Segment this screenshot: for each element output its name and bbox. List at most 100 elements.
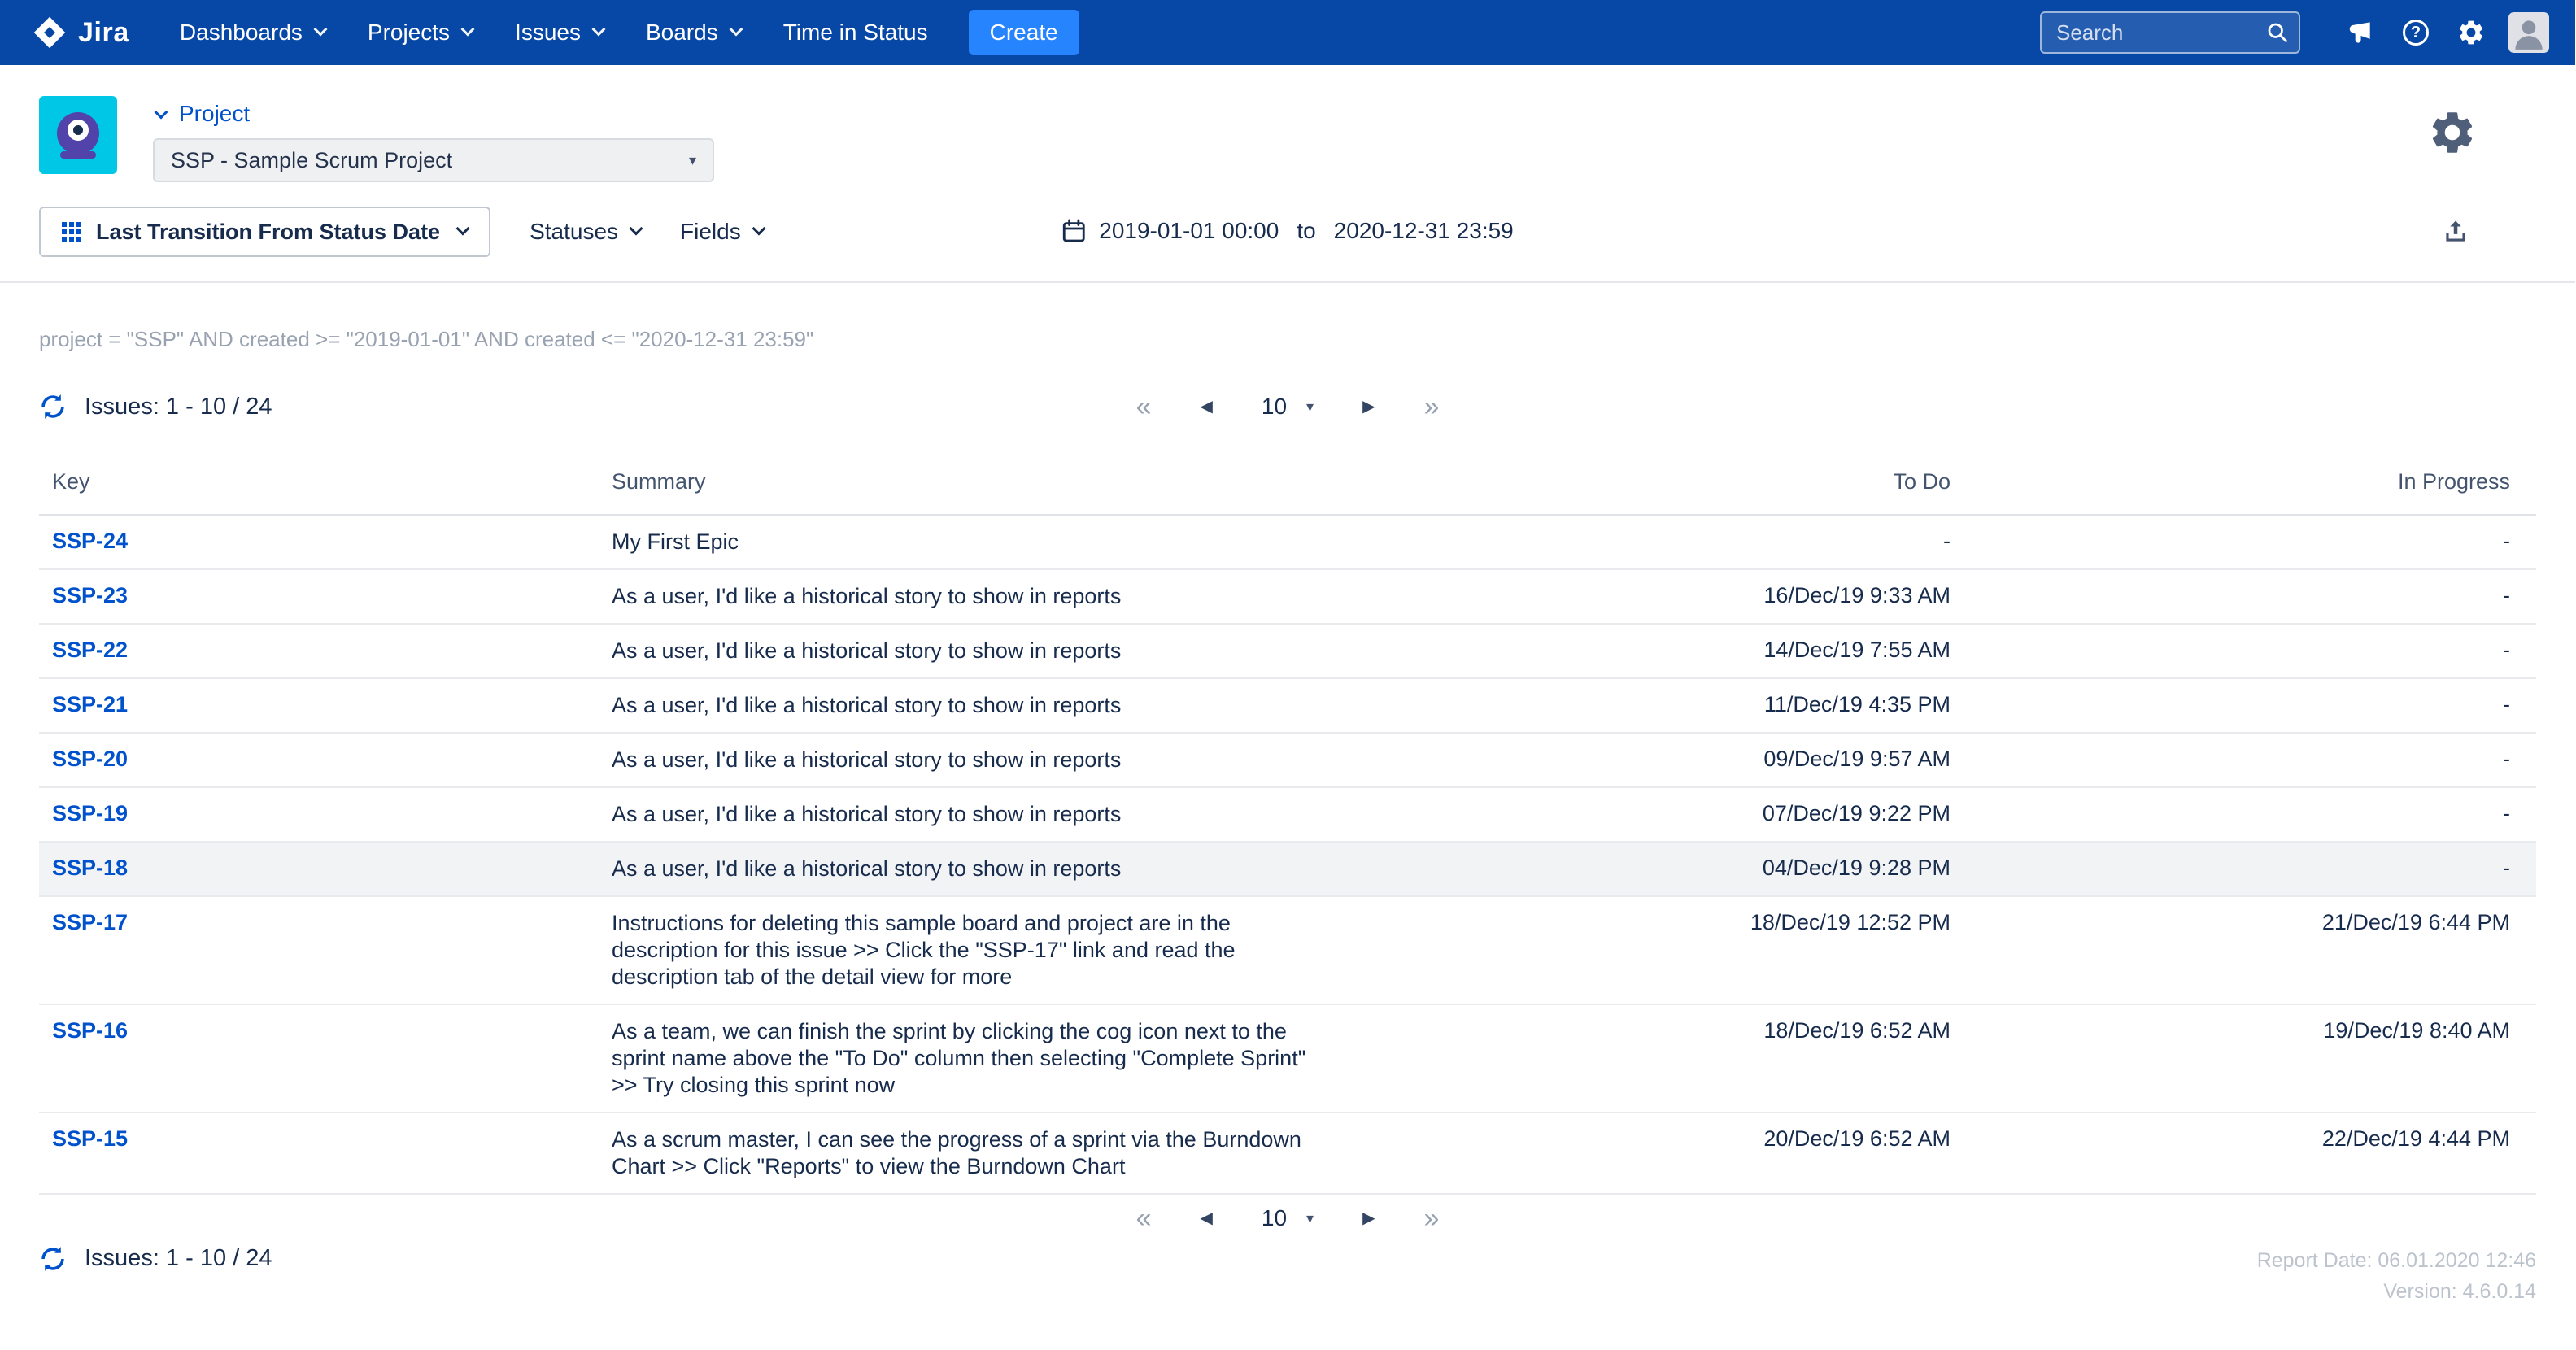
first-page-button[interactable]: «: [1136, 1204, 1152, 1232]
nav-item-label: Dashboards: [180, 20, 303, 46]
table-row[interactable]: SSP-19 As a user, I'd like a historical …: [39, 787, 2536, 842]
issues-bar-bottom: Issues: 1 - 10 / 24 « ◀ 10 ▾ ▶ » Report …: [0, 1195, 2575, 1339]
issue-key-link[interactable]: SSP-20: [52, 747, 128, 771]
prev-page-button[interactable]: ◀: [1201, 1210, 1213, 1226]
table-row[interactable]: SSP-23 As a user, I'd like a historical …: [39, 569, 2536, 624]
page-size-select[interactable]: 10 ▾: [1262, 1205, 1314, 1231]
page-size-select[interactable]: 10 ▾: [1262, 394, 1314, 420]
version-text: Version: 4.6.0.14: [2257, 1276, 2536, 1307]
last-page-button[interactable]: »: [1423, 393, 1439, 420]
dropdown-caret-icon: ▾: [1306, 398, 1314, 416]
issue-summary: As a user, I'd like a historical story t…: [612, 638, 1332, 664]
project-picker-toggle[interactable]: Project: [156, 101, 250, 127]
date-to-value: 2020-12-31 23:59: [1334, 218, 1514, 244]
create-button[interactable]: Create: [969, 10, 1079, 55]
grid-icon: [62, 222, 81, 242]
fields-label: Fields: [680, 219, 741, 245]
table-row[interactable]: SSP-17 Instructions for deleting this sa…: [39, 896, 2536, 1004]
issue-key-link[interactable]: SSP-17: [52, 910, 128, 934]
table-row[interactable]: SSP-21 As a user, I'd like a historical …: [39, 678, 2536, 733]
issue-summary: My First Epic: [612, 529, 1332, 555]
nav-item-label: Projects: [368, 20, 450, 46]
inprogress-date: -: [1964, 515, 2536, 569]
issue-key-link[interactable]: SSP-16: [52, 1018, 128, 1043]
issue-key-link[interactable]: SSP-19: [52, 801, 128, 825]
report-settings-gear-icon[interactable]: [2427, 107, 2478, 158]
table-row[interactable]: SSP-22 As a user, I'd like a historical …: [39, 624, 2536, 678]
chevron-down-icon: [313, 23, 327, 37]
chevron-down-icon: [456, 222, 470, 236]
search-input[interactable]: [2040, 11, 2300, 54]
nav-item-projects[interactable]: Projects: [347, 0, 494, 65]
pagination-bottom: « ◀ 10 ▾ ▶ »: [1136, 1204, 1440, 1232]
todo-date: 09/Dec/19 9:57 AM: [1345, 733, 1964, 787]
nav-item-label: Issues: [515, 20, 581, 46]
todo-date: 07/Dec/19 9:22 PM: [1345, 787, 1964, 842]
todo-date: 20/Dec/19 6:52 AM: [1345, 1113, 1964, 1194]
issue-key-link[interactable]: SSP-24: [52, 529, 128, 553]
table-row[interactable]: SSP-16 As a team, we can finish the spri…: [39, 1004, 2536, 1113]
inprogress-date: -: [1964, 787, 2536, 842]
chevron-down-icon: [752, 222, 765, 236]
issue-summary: As a user, I'd like a historical story t…: [612, 747, 1332, 773]
refresh-icon[interactable]: [39, 393, 67, 420]
nav-item-issues[interactable]: Issues: [494, 0, 625, 65]
next-page-button[interactable]: ▶: [1362, 398, 1375, 415]
issue-key-link[interactable]: SSP-22: [52, 638, 128, 662]
inprogress-date: -: [1964, 733, 2536, 787]
issues-bar-top: Issues: 1 - 10 / 24 « ◀ 10 ▾ ▶ »: [0, 352, 2575, 433]
todo-date: 18/Dec/19 6:52 AM: [1345, 1004, 1964, 1113]
issue-summary: Instructions for deleting this sample bo…: [612, 910, 1332, 991]
column-header-todo: To Do: [1345, 453, 1964, 515]
nav-item-dashboards[interactable]: Dashboards: [159, 0, 347, 65]
nav-item-time-in-status[interactable]: Time in Status: [762, 0, 949, 65]
next-page-button[interactable]: ▶: [1362, 1210, 1375, 1226]
nav-item-boards[interactable]: Boards: [625, 0, 762, 65]
page-size-value: 10: [1262, 394, 1287, 420]
export-icon[interactable]: [2443, 220, 2468, 244]
issue-key-link[interactable]: SSP-23: [52, 583, 128, 608]
issue-key-link[interactable]: SSP-15: [52, 1126, 128, 1151]
feedback-megaphone-icon[interactable]: [2339, 11, 2382, 54]
todo-date: 11/Dec/19 4:35 PM: [1345, 678, 1964, 733]
question-mark-glyph: ?: [2403, 20, 2429, 46]
table-row[interactable]: SSP-15 As a scrum master, I can see the …: [39, 1113, 2536, 1194]
todo-date: 04/Dec/19 9:28 PM: [1345, 842, 1964, 896]
project-header: Project SSP - Sample Scrum Project ▾: [0, 65, 2575, 195]
table-row[interactable]: SSP-20 As a user, I'd like a historical …: [39, 733, 2536, 787]
issue-summary: As a user, I'd like a historical story t…: [612, 801, 1332, 828]
issue-table-body: SSP-24 My First Epic - - SSP-23 As a use…: [39, 515, 2536, 1194]
issue-key-link[interactable]: SSP-21: [52, 692, 128, 716]
table-row[interactable]: SSP-18 As a user, I'd like a historical …: [39, 842, 2536, 896]
project-select[interactable]: SSP - Sample Scrum Project ▾: [153, 138, 714, 182]
project-picker-label: Project: [179, 101, 250, 127]
search-icon[interactable]: [2266, 21, 2289, 44]
chevron-down-icon: ▾: [689, 152, 696, 169]
statuses-dropdown[interactable]: Statuses: [530, 219, 641, 245]
inprogress-date: 22/Dec/19 4:44 PM: [1964, 1113, 2536, 1194]
inprogress-date: 19/Dec/19 8:40 AM: [1964, 1004, 2536, 1113]
statuses-label: Statuses: [530, 219, 618, 245]
report-type-label: Last Transition From Status Date: [96, 220, 440, 245]
help-icon[interactable]: ?: [2395, 11, 2437, 54]
search-box: [2040, 11, 2300, 54]
jira-logo[interactable]: Jira: [33, 15, 129, 50]
date-range-picker[interactable]: 2019-01-01 00:00 to 2020-12-31 23:59: [1061, 218, 1514, 244]
prev-page-button[interactable]: ◀: [1201, 398, 1213, 415]
last-page-button[interactable]: »: [1423, 1204, 1439, 1232]
settings-gear-icon[interactable]: [2450, 11, 2492, 54]
report-type-button[interactable]: Last Transition From Status Date: [39, 207, 490, 257]
issue-summary: As a user, I'd like a historical story t…: [612, 692, 1332, 719]
chevron-down-icon: [591, 23, 605, 37]
first-page-button[interactable]: «: [1136, 393, 1152, 420]
table-row[interactable]: SSP-24 My First Epic - -: [39, 515, 2536, 569]
nav-item-label: Boards: [646, 20, 718, 46]
refresh-icon[interactable]: [39, 1245, 67, 1273]
fields-dropdown[interactable]: Fields: [680, 219, 764, 245]
nav-right-group: ?: [2040, 11, 2549, 54]
project-avatar[interactable]: [39, 96, 117, 174]
column-header-key: Key: [39, 453, 599, 515]
user-avatar[interactable]: [2508, 12, 2549, 53]
chevron-down-icon: [630, 222, 643, 236]
issue-key-link[interactable]: SSP-18: [52, 856, 128, 880]
